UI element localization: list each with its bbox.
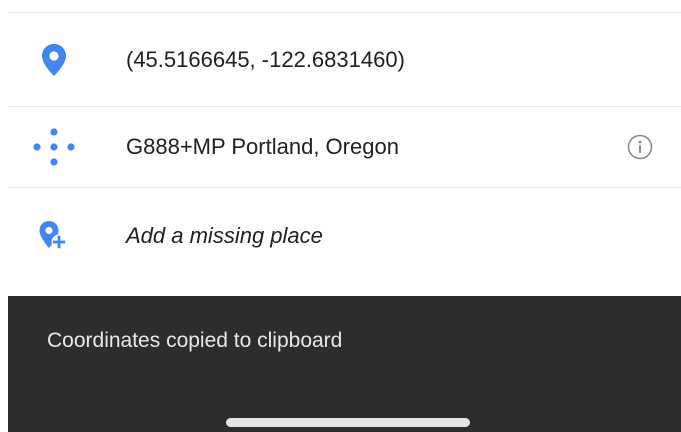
plus-code-row[interactable]: G888+MP Portland, Oregon [8,107,681,187]
info-icon[interactable] [627,134,653,160]
location-pin-icon [26,40,82,80]
place-details-screen: (45.5166645, -122.6831460) G888+MP Portl… [0,0,681,432]
snackbar-message: Coordinates copied to clipboard [47,329,343,352]
add-place-pin-icon [26,216,82,256]
snackbar: Coordinates copied to clipboard [8,296,681,432]
home-indicator[interactable] [226,418,470,427]
plus-code-dots-icon [26,127,82,167]
plus-code-text: G888+MP Portland, Oregon [126,134,399,159]
add-missing-place-text: Add a missing place [126,223,323,248]
coordinates-row[interactable]: (45.5166645, -122.6831460) [8,13,681,106]
add-missing-place-row[interactable]: Add a missing place [8,188,681,284]
coordinates-text: (45.5166645, -122.6831460) [126,46,405,72]
